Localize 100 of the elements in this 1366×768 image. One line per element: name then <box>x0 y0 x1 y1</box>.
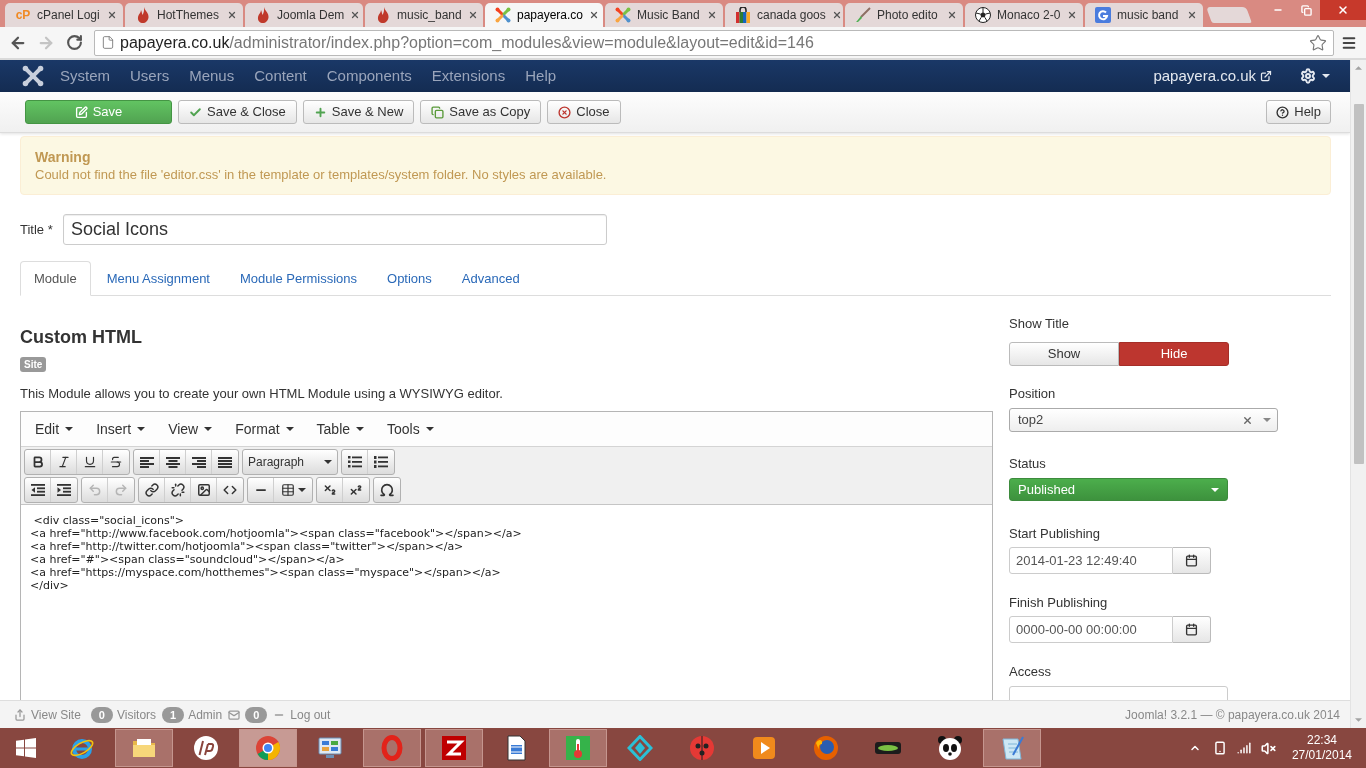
close-tab-icon[interactable] <box>1187 10 1197 20</box>
four-arm-logo-icon <box>615 7 631 23</box>
browser-tab[interactable]: music_band <box>365 3 483 27</box>
nav-menu-item[interactable]: Extensions <box>421 64 516 88</box>
date-input[interactable]: 2014-01-23 12:49:40 <box>1009 547 1173 574</box>
browser-tab[interactable]: cP cPanel Logi <box>5 3 123 27</box>
special-character-button[interactable] <box>373 477 401 503</box>
nav-menu-item[interactable]: Menus <box>179 64 245 88</box>
settings-button[interactable] <box>1300 68 1330 84</box>
calendar-button[interactable] <box>1173 616 1211 643</box>
position-select[interactable]: top2 <box>1009 408 1278 432</box>
clear-icon[interactable] <box>1242 414 1253 426</box>
browser-tab[interactable]: papayera.co <box>485 3 603 27</box>
toolbar-button[interactable]: Close <box>547 100 621 124</box>
code-icon <box>223 483 237 497</box>
nav-menu-item[interactable]: Users <box>120 64 180 88</box>
toggle-option[interactable]: Hide <box>1119 342 1229 366</box>
address-bar[interactable]: papayera.co.uk/administrator/index.php?option=com_modules&view=module&layout=edit&id=146 <box>94 29 1334 56</box>
close-tab-icon[interactable] <box>227 10 237 20</box>
module-tab[interactable]: Menu Assignment <box>92 261 224 296</box>
caret-icon <box>204 427 213 431</box>
toolbar-button[interactable]: Save & New <box>302 100 415 124</box>
clock[interactable]: 22:34 27/01/2014 <box>1291 733 1352 763</box>
flame-icon <box>257 7 269 23</box>
url-text: papayera.co.uk/administrator/index.php?option=com_modules&view=module&layout=edit&id=146 <box>120 32 814 53</box>
scrollbar-thumb[interactable] <box>1353 104 1364 464</box>
field-label: Finish Publishing <box>1009 595 1109 611</box>
tab-title: Music Band <box>637 7 700 24</box>
browser-tab[interactable]: music band <box>1085 3 1203 27</box>
browser-tab[interactable]: Joomla Dem <box>245 3 363 27</box>
title-input[interactable]: Social Icons <box>63 214 607 245</box>
editor-menu[interactable]: Edit <box>25 415 84 443</box>
bookmark-star-icon[interactable] <box>1309 33 1327 52</box>
close-window-button[interactable] <box>1320 0 1366 20</box>
shopping-bag-icon <box>735 7 751 23</box>
table-icon <box>280 483 295 497</box>
caret-icon <box>65 427 74 431</box>
align-center-icon <box>165 456 180 468</box>
taskbar-app-button[interactable] <box>425 729 483 767</box>
nav-menu-item[interactable]: Content <box>244 64 317 88</box>
volume-muted-icon[interactable] <box>1260 740 1276 756</box>
nav-menu-item[interactable]: Help <box>515 64 567 88</box>
help-button[interactable]: Help <box>1266 100 1331 124</box>
close-tab-icon[interactable] <box>831 10 842 20</box>
caret-icon <box>356 427 365 431</box>
close-tab-icon[interactable] <box>589 10 600 20</box>
reload-icon <box>65 34 83 51</box>
menu-icon <box>1341 34 1357 51</box>
external-link-icon <box>1260 70 1272 82</box>
toolbar-button[interactable]: Save as Copy <box>420 100 542 124</box>
module-tab[interactable]: Module Permissions <box>226 261 372 296</box>
flame-icon <box>377 7 389 23</box>
close-tab-icon[interactable] <box>350 10 361 20</box>
toolbar-button[interactable]: Save & Close <box>178 100 297 124</box>
date-input[interactable]: 0000-00-00 00:00:00 <box>1009 616 1173 643</box>
module-tab[interactable]: Options <box>373 261 446 296</box>
format-select[interactable]: Paragraph <box>242 449 338 475</box>
browser-tab[interactable]: Monaco 2-0 <box>965 3 1083 27</box>
admin-label: Admin <box>188 706 223 724</box>
warning-message: Could not find the file 'editor.css' in the template or templates/system folder. No styles are available. <box>35 166 608 183</box>
editor-menu[interactable]: Tools <box>377 415 444 443</box>
caret-icon <box>425 427 434 431</box>
browser-tab[interactable]: Photo edito <box>845 3 963 27</box>
toggle-option[interactable]: Show <box>1009 342 1119 366</box>
editor-menu[interactable]: Format <box>225 415 304 443</box>
favicon-letters: cP <box>15 9 31 21</box>
diamond-icon <box>627 735 653 761</box>
editor-menu[interactable]: Insert <box>86 415 156 443</box>
calendar-icon <box>1185 623 1198 636</box>
close-tab-icon[interactable] <box>947 10 957 20</box>
nav-menu-item[interactable]: Components <box>316 64 422 88</box>
field-label: Access <box>1009 664 1052 680</box>
nav-menu-item[interactable]: System <box>50 64 120 88</box>
calendar-button[interactable] <box>1173 547 1211 574</box>
field-label: Start Publishing <box>1009 526 1102 542</box>
unlink-icon <box>170 483 185 497</box>
help-icon <box>1276 105 1290 119</box>
outdent-icon <box>30 484 45 496</box>
module-tab[interactable]: Advanced <box>447 261 534 296</box>
page-icon <box>101 35 115 50</box>
square-logo-icon <box>1095 7 1111 23</box>
device-icon[interactable] <box>1212 740 1227 756</box>
close-icon <box>558 105 572 119</box>
editor-menu[interactable]: View <box>158 415 223 443</box>
editor-menu[interactable]: Table <box>306 415 375 443</box>
close-tab-icon[interactable] <box>467 10 478 20</box>
browser-tab[interactable]: canada goos <box>725 3 843 27</box>
close-tab-icon[interactable] <box>1067 10 1077 20</box>
italic-icon <box>56 455 71 469</box>
signal-icon[interactable] <box>1236 741 1251 755</box>
settings-icon <box>1300 68 1316 84</box>
browser-tab[interactable]: HotThemes <box>125 3 243 27</box>
close-tab-icon[interactable] <box>707 10 717 20</box>
browser-tab[interactable]: Music Band <box>605 3 723 27</box>
mail-icon <box>228 708 241 721</box>
close-tab-icon[interactable] <box>107 10 117 20</box>
tab-title: Photo edito <box>877 7 938 24</box>
site-link[interactable]: papayera.co.uk <box>1153 64 1256 88</box>
brush-icon <box>855 7 871 23</box>
module-tab[interactable]: Module <box>20 261 91 296</box>
